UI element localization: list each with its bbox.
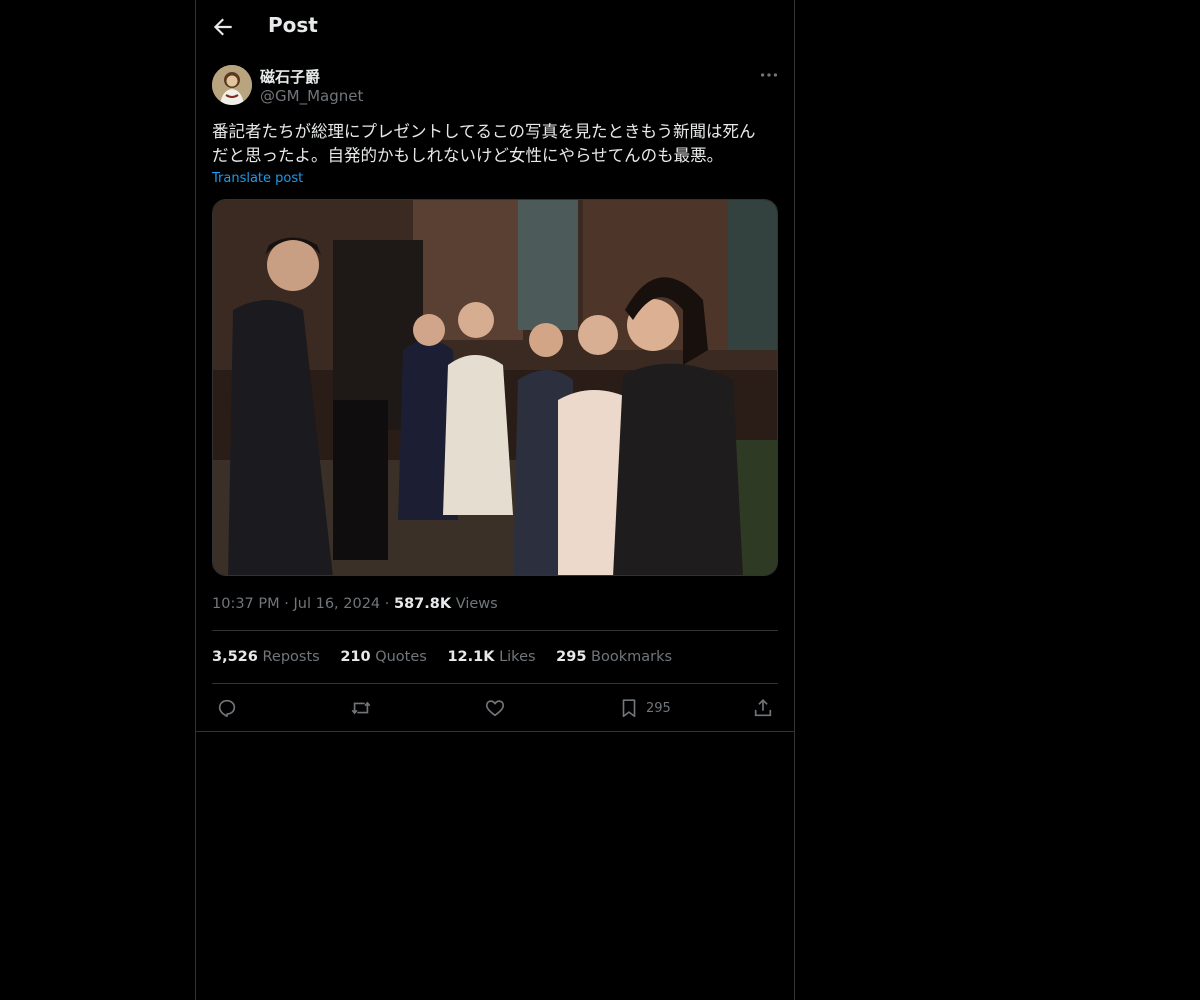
arrow-left-icon [213,18,232,36]
post-text: 番記者たちが総理にプレゼントしてるこの写真を見たときもう新聞は死ん だと思ったよ… [212,120,778,168]
reply-icon [218,699,236,718]
avatar[interactable] [212,65,252,105]
bookmark-icon [622,699,636,718]
views-count: 587.8K [394,596,452,612]
like-button[interactable] [484,692,506,724]
author-handle[interactable]: @GM_Magnet [260,87,363,105]
share-button[interactable] [752,692,774,724]
post-text-line: 番記者たちが総理にプレゼントしてるこの写真を見たときもう新聞は死ん [212,122,756,141]
back-button[interactable] [210,14,236,40]
avatar-image [212,65,252,105]
action-bar: 295 [212,692,778,724]
repost-icon [351,701,371,715]
engagement-stats: 3,526 Reposts 210 Quotes 12.1K Likes 295… [212,649,688,665]
separator-dot: · [384,596,394,612]
stat-label: Likes [499,649,536,665]
bookmark-button[interactable]: 295 [618,692,671,724]
post-metadata: 10:37 PM · Jul 16, 2024 · 587.8K Views [212,596,498,612]
more-options-button[interactable] [758,64,780,86]
page-title: Post [268,13,318,37]
stat-label: Bookmarks [591,649,673,665]
repost-button[interactable] [350,692,372,724]
reply-button[interactable] [216,692,238,724]
heart-icon [485,700,505,717]
stat-label: Reposts [262,649,320,665]
post-text-line: だと思ったよ。自発的かもしれないけど女性にやらせてんのも最悪。 [212,146,724,165]
divider [196,731,794,732]
stat-count: 295 [556,649,587,665]
quotes-stat[interactable]: 210 Quotes [340,649,427,665]
post-time[interactable]: 10:37 PM [212,596,280,612]
share-icon [754,699,772,717]
top-bar: Post [196,0,794,53]
bookmark-count: 295 [646,700,671,716]
stat-label: Quotes [375,649,427,665]
post-detail-column: Post 磁石子爵 @GM_Magnet 番記者たちが総理にプレゼントしてるこの… [195,0,795,1000]
more-horizontal-icon [760,73,778,77]
post-photo[interactable] [212,199,778,576]
author-name[interactable]: 磁石子爵 [260,66,320,87]
divider [212,630,778,631]
views-label: Views [455,596,498,612]
post-date[interactable]: Jul 16, 2024 [293,596,380,612]
photo-image [213,200,777,575]
stat-count: 12.1K [447,649,495,665]
bookmarks-stat[interactable]: 295 Bookmarks [556,649,672,665]
stat-count: 3,526 [212,649,258,665]
likes-stat[interactable]: 12.1K Likes [447,649,535,665]
stat-count: 210 [340,649,371,665]
divider [212,683,778,684]
reposts-stat[interactable]: 3,526 Reposts [212,649,320,665]
translate-post-link[interactable]: Translate post [212,171,303,186]
